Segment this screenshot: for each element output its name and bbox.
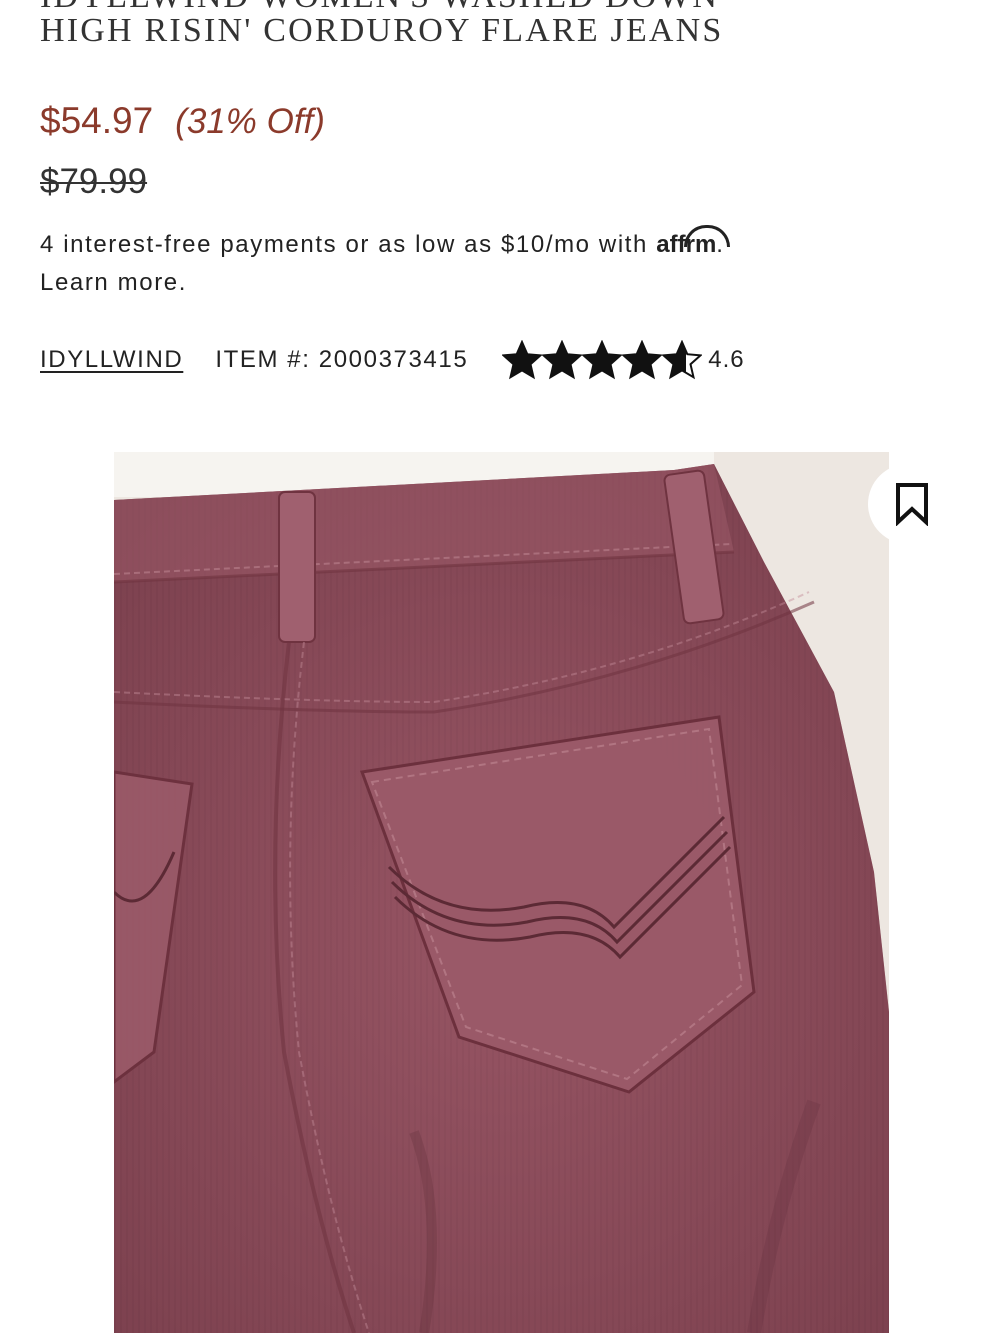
learn-more-link[interactable]: Learn more. (40, 264, 940, 302)
brand-link[interactable]: IDYLLWIND (40, 346, 183, 374)
sale-price: $54.97 (40, 100, 154, 141)
affirm-logo: aff rm (656, 225, 731, 258)
product-meta-row: IDYLLWIND ITEM #: 2000373415 4.6 (40, 340, 745, 380)
product-image[interactable] (114, 452, 889, 1333)
item-number: ITEM #: 2000373415 (215, 346, 469, 373)
discount-percent: (31% Off) (175, 102, 325, 141)
star-icon (542, 340, 583, 380)
financing-message: 4 interest-free payments or as low as $1… (40, 225, 940, 302)
star-icon (662, 340, 703, 380)
bookmark-icon (896, 483, 928, 526)
star-icon (622, 340, 663, 380)
product-title: HIGH RISIN' CORDUROY FLARE JEANS (40, 12, 724, 49)
save-to-wishlist-button[interactable] (868, 464, 956, 544)
price-row: $54.97 (31% Off) (40, 100, 325, 142)
jeans-photo (114, 452, 889, 1333)
star-rating[interactable] (502, 340, 703, 380)
rating-value: 4.6 (708, 346, 745, 373)
original-price: $79.99 (40, 162, 148, 201)
financing-text: 4 interest-free payments or as low as $1… (40, 231, 648, 258)
star-icon (582, 340, 623, 380)
star-icon (502, 340, 543, 380)
